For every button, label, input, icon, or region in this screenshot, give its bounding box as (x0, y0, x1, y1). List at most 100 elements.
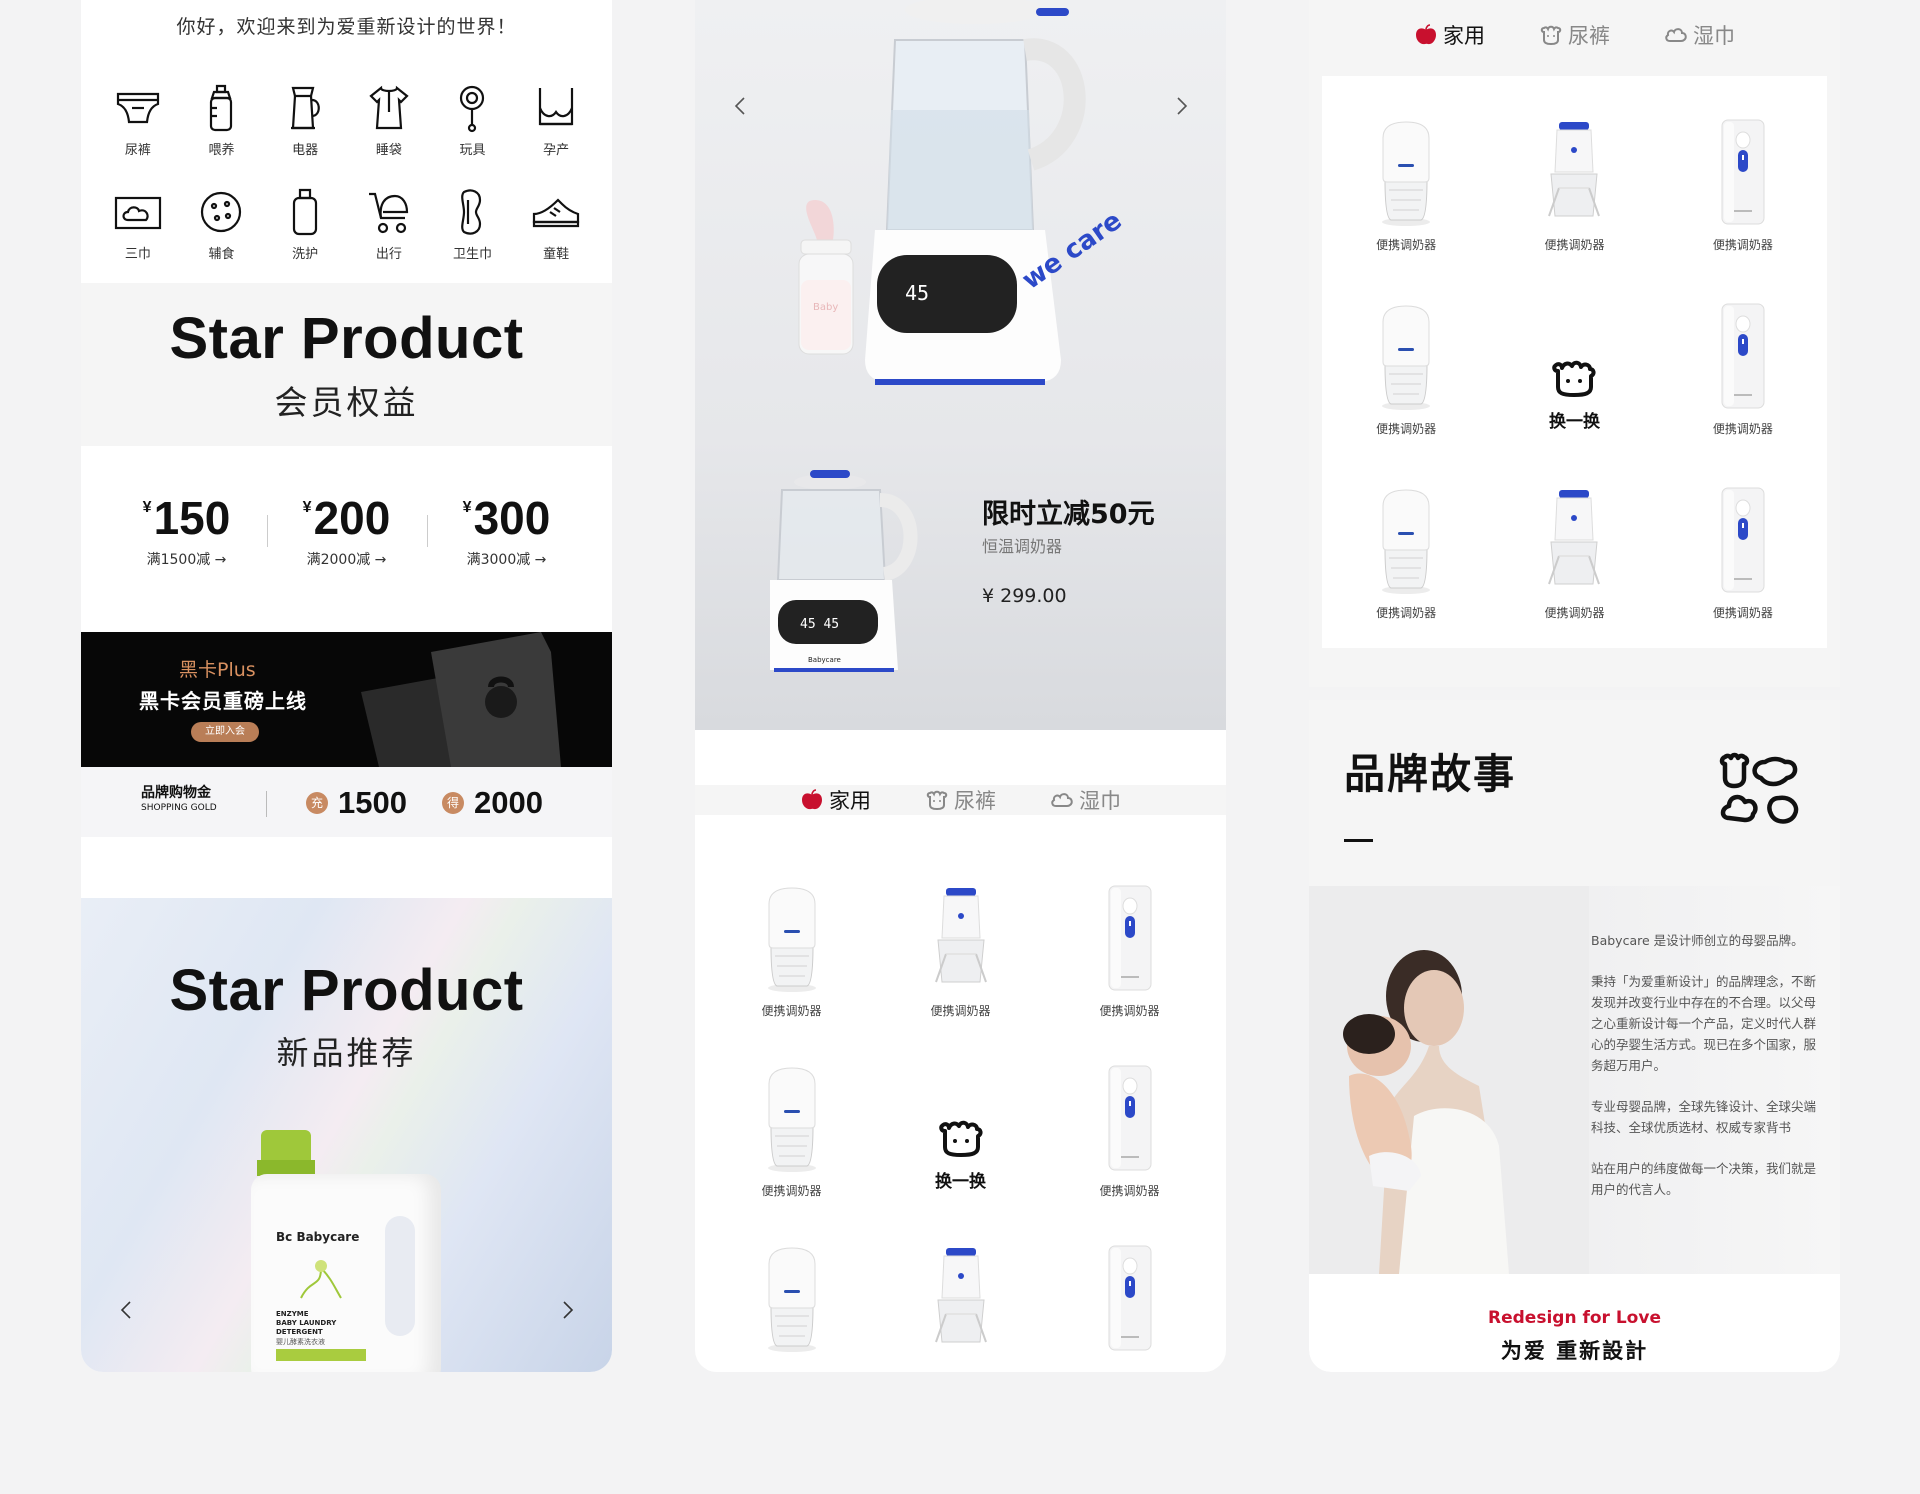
swap-button[interactable]: 换一换 (876, 1064, 1045, 1244)
product-card[interactable]: 便携调奶器 (1659, 118, 1827, 302)
product-card[interactable]: 便携调奶器 (1659, 486, 1827, 670)
detergent-line-2: BABY LAUNDRY (276, 1319, 337, 1327)
product-card[interactable]: 便携调奶器 (1490, 486, 1658, 670)
gold-charge: 充 1500 (306, 785, 407, 821)
swap-label: 换一换 (1548, 411, 1600, 432)
category-item-maternity[interactable]: 孕产 (514, 82, 598, 158)
product-card[interactable]: 便携调奶器 (1322, 486, 1490, 670)
coupon-300[interactable]: ¥300 满3000减 → (426, 495, 587, 569)
towel-icon (114, 196, 161, 230)
category-label: 辅食 (208, 247, 235, 262)
coupon-condition: 满3000减 → (466, 552, 547, 568)
category-item-feeding[interactable]: 喂养 (180, 82, 264, 158)
product-card[interactable] (876, 1244, 1045, 1372)
product-name: 便携调奶器 (1376, 606, 1437, 620)
cloud-icon (1664, 24, 1688, 46)
product-name: 便携调奶器 (1544, 238, 1605, 252)
crown-icon (925, 789, 949, 811)
blender-image (1708, 302, 1778, 412)
baby-bottle-image[interactable]: Baby (785, 200, 865, 360)
category-item-diaper[interactable]: 尿裤 (96, 82, 180, 158)
swap-button[interactable]: 换一换 (1490, 302, 1658, 486)
tagline-english: Redesign for Love (1488, 1308, 1661, 1328)
chevron-left-icon[interactable] (117, 1300, 137, 1320)
tab-label: 湿巾 (1693, 24, 1735, 48)
chevron-left-icon[interactable] (731, 96, 751, 116)
product-card[interactable]: 便携调奶器 (707, 884, 876, 1064)
tab-wipes[interactable]: 湿巾 (1664, 20, 1735, 50)
tab-diapers[interactable]: 尿裤 (1539, 20, 1610, 50)
black-card-title: 黑卡会员重磅上线 (139, 689, 307, 713)
tab-label: 尿裤 (954, 789, 996, 813)
tab-household[interactable]: 家用 (800, 785, 871, 815)
blender-image (1095, 1064, 1165, 1174)
detergent-bottle[interactable]: Bc Babycare ENZYME BABY LAUNDRY DETERGEN… (251, 1130, 451, 1372)
brand-logo-icon (1719, 752, 1799, 824)
category-item-appliance[interactable]: 电器 (263, 82, 347, 158)
category-label: 出行 (375, 247, 402, 262)
coupon-condition: 满2000减 → (306, 552, 387, 568)
tab-wipes[interactable]: 湿巾 (1050, 785, 1121, 815)
category-item-care[interactable]: 洗护 (263, 186, 347, 262)
category-item-shoes[interactable]: 童鞋 (514, 186, 598, 262)
grinder-image (1371, 302, 1441, 412)
tab-household[interactable]: 家用 (1414, 20, 1485, 50)
hero-carousel: 45 we care Baby 45 45 Babycare 限时立减50元 恒… (695, 0, 1226, 730)
product-card[interactable]: 便携调奶器 (1322, 302, 1490, 486)
blender-image (1708, 486, 1778, 596)
product-card[interactable] (707, 1244, 876, 1372)
product-grid-panel: 便携调奶器 便携调奶器 便携调奶器 便携调奶器 换一换 便携调奶器 (707, 842, 1214, 1372)
chevron-right-icon[interactable] (557, 1300, 577, 1320)
brand-story-text: Babycare 是设计师创立的母婴品牌。 秉持「为爱重新设计」的品牌理念，不断… (1591, 930, 1821, 1220)
shopping-gold-bar[interactable]: 品牌购物金 SHOPPING GOLD 充 1500 得 2000 (81, 767, 612, 837)
category-label: 尿裤 (124, 143, 151, 158)
product-card[interactable]: 便携调奶器 (707, 1064, 876, 1244)
coupon-150[interactable]: ¥150 满1500减 → (107, 495, 267, 569)
category-label: 喂养 (208, 143, 235, 158)
divider (266, 791, 267, 817)
category-item-sanitary[interactable]: 卫生巾 (431, 186, 515, 262)
category-item-toy[interactable]: 玩具 (431, 82, 515, 158)
cookie-icon (201, 191, 242, 233)
product-card[interactable]: 便携调奶器 (1322, 118, 1490, 302)
product-name: 便携调奶器 (761, 1004, 822, 1018)
lotion-bottle-icon (293, 188, 318, 236)
category-label: 洗护 (292, 247, 319, 262)
get-amount: 2000 (474, 785, 543, 820)
product-card[interactable]: 便携调奶器 (876, 884, 1045, 1064)
category-label: 卫生巾 (452, 247, 492, 262)
chevron-right-icon[interactable] (1171, 96, 1191, 116)
category-item-sleepbag[interactable]: 睡袋 (347, 82, 431, 158)
product-grid: 便携调奶器 便携调奶器 便携调奶器 便携调奶器 换一换 便携调奶器 便携调奶器 … (1322, 118, 1827, 670)
new-products-banner: Star Product 新品推荐 Bc Babycare ENZYME BAB… (81, 898, 612, 1372)
rattle-icon (460, 85, 485, 133)
product-name: 便携调奶器 (1376, 422, 1437, 436)
product-name: 便携调奶器 (1099, 1184, 1160, 1198)
product-card[interactable]: 便携调奶器 (1490, 118, 1658, 302)
product-name: 便携调奶器 (1712, 606, 1773, 620)
thermostatic-kettle-image[interactable]: 45 45 Babycare (770, 470, 930, 680)
product-card[interactable]: 便携调奶器 (1659, 302, 1827, 486)
category-tabs: 家用 尿裤 湿巾 (695, 785, 1226, 815)
coupon-200[interactable]: ¥200 满2000减 → (266, 495, 427, 569)
tab-diapers[interactable]: 尿裤 (925, 785, 996, 815)
large-kettle-image[interactable]: 45 we care (865, 0, 1135, 400)
black-card-banner[interactable]: 黑卡Plus 黑卡会员重磅上线 立即入会 (81, 632, 612, 767)
category-item-solidfood[interactable]: 辅食 (180, 186, 264, 262)
promo-subtitle: 恒温调奶器 (982, 537, 1063, 556)
product-card[interactable]: 便携调奶器 (1045, 884, 1214, 1064)
category-tabs: 家用 尿裤 湿巾 (1309, 20, 1840, 50)
product-page-column: 45 we care Baby 45 45 Babycare 限时立减50元 恒… (695, 0, 1226, 1372)
category-item-travel[interactable]: 出行 (347, 186, 431, 262)
title-underline (1344, 839, 1373, 842)
detergent-line-3: DETERGENT (276, 1328, 323, 1336)
story-paragraph: Babycare 是设计师创立的母婴品牌。 (1591, 933, 1804, 948)
join-now-button[interactable]: 立即入会 (191, 722, 259, 742)
kettle-display: 45 (905, 281, 929, 305)
product-card[interactable] (1045, 1244, 1214, 1372)
category-item-towel[interactable]: 三巾 (96, 186, 180, 262)
crown-swap-icon (1550, 357, 1598, 399)
product-card[interactable]: 便携调奶器 (1045, 1064, 1214, 1244)
flower-illustration-icon (300, 1260, 342, 1299)
gold-label-en: SHOPPING GOLD (141, 803, 217, 814)
